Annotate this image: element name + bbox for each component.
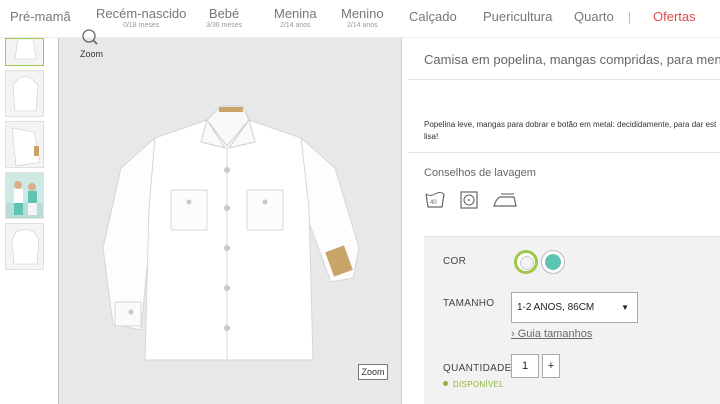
availability-status: DISPONÍVEL: [443, 380, 504, 389]
magnifier-icon: [82, 29, 98, 45]
size-guide-link[interactable]: › Guia tamanhos: [511, 328, 592, 340]
wash-40-icon: 40: [424, 190, 446, 210]
nav-item-label: Menino: [341, 6, 384, 21]
nav-item-label: Puericultura: [483, 9, 553, 24]
nav-item-age-range: 3/36 meses: [206, 22, 243, 29]
nav-item-bebe[interactable]: Bebé 3/36 meses: [206, 7, 242, 30]
dropdown-arrow-icon: ▼: [621, 303, 629, 312]
nav-item-menina[interactable]: Menina 2/14 anos: [274, 7, 317, 30]
nav-item-label: Ofertas: [653, 9, 696, 24]
color-swatch-white[interactable]: [514, 250, 538, 274]
divider: [408, 79, 720, 80]
divider: [408, 152, 720, 153]
nav-item-label: Menina: [274, 6, 317, 21]
color-label: COR: [443, 256, 467, 267]
availability-text: DISPONÍVEL: [453, 380, 505, 389]
purchase-options-panel: COR TAMANHO 1-2 ANOS, 86CM ▼ › Guia tama…: [424, 236, 720, 404]
nav-item-puericultura[interactable]: Puericultura: [483, 10, 552, 24]
zoom-control[interactable]: Zoom: [75, 28, 111, 64]
product-main-image[interactable]: Zoom Zoom: [58, 29, 402, 404]
svg-text:40: 40: [430, 200, 437, 206]
size-select[interactable]: 1-2 ANOS, 86CM ▼: [511, 292, 638, 323]
thumbnail-shirt-front[interactable]: [5, 38, 44, 66]
quantity-label: QUANTIDADE: [443, 363, 512, 374]
iron-icon: [492, 190, 517, 210]
nav-divider: [629, 12, 630, 24]
nav-item-ofertas[interactable]: Ofertas: [653, 10, 696, 24]
nav-item-label: Pré-mamã: [10, 9, 71, 24]
nav-item-quarto[interactable]: Quarto: [574, 10, 614, 24]
nav-item-label: Quarto: [574, 9, 614, 24]
color-swatch-green[interactable]: [541, 250, 565, 274]
nav-item-pre-mama[interactable]: Pré-mamã: [10, 10, 71, 24]
size-selected-value: 1-2 ANOS, 86CM: [517, 302, 595, 313]
product-description: Popelina leve, mangas para dobrar e botã…: [424, 120, 717, 141]
zoom-button[interactable]: Zoom: [358, 364, 388, 380]
zoom-label: Zoom: [80, 49, 104, 59]
wash-icons: 40: [424, 190, 517, 210]
thumbnail-shirt-folded[interactable]: [5, 223, 44, 270]
tumble-dry-icon: [458, 190, 480, 210]
thumbnail-shirt-back[interactable]: [5, 70, 44, 117]
nav-item-age-range: 2/14 anos: [279, 22, 311, 29]
thumbnail-kids-photo[interactable]: [5, 172, 44, 219]
nav-item-label: Recém-nascido: [96, 6, 187, 21]
thumbnail-list: [5, 38, 45, 274]
shirt-image: [102, 105, 360, 361]
nav-item-label: Bebé: [208, 6, 240, 21]
thumbnail-shirt-detail[interactable]: [5, 121, 44, 168]
nav-item-calcado[interactable]: Calçado: [409, 10, 457, 24]
nav-item-label: Calçado: [409, 9, 457, 24]
nav-item-recem-nascido[interactable]: Recém-nascido 0/18 meses: [96, 7, 186, 30]
wash-advice-title: Conselhos de lavagem: [424, 167, 536, 179]
nav-item-menino[interactable]: Menino 2/14 anos: [341, 7, 384, 30]
product-title: Camisa em popelina, mangas compridas, pa…: [424, 52, 720, 67]
nav-item-age-range: 2/14 anos: [346, 22, 378, 29]
status-dot-icon: [443, 381, 448, 386]
size-label: TAMANHO: [443, 298, 495, 309]
quantity-increment-button[interactable]: +: [542, 354, 560, 378]
quantity-input[interactable]: 1: [511, 354, 539, 378]
